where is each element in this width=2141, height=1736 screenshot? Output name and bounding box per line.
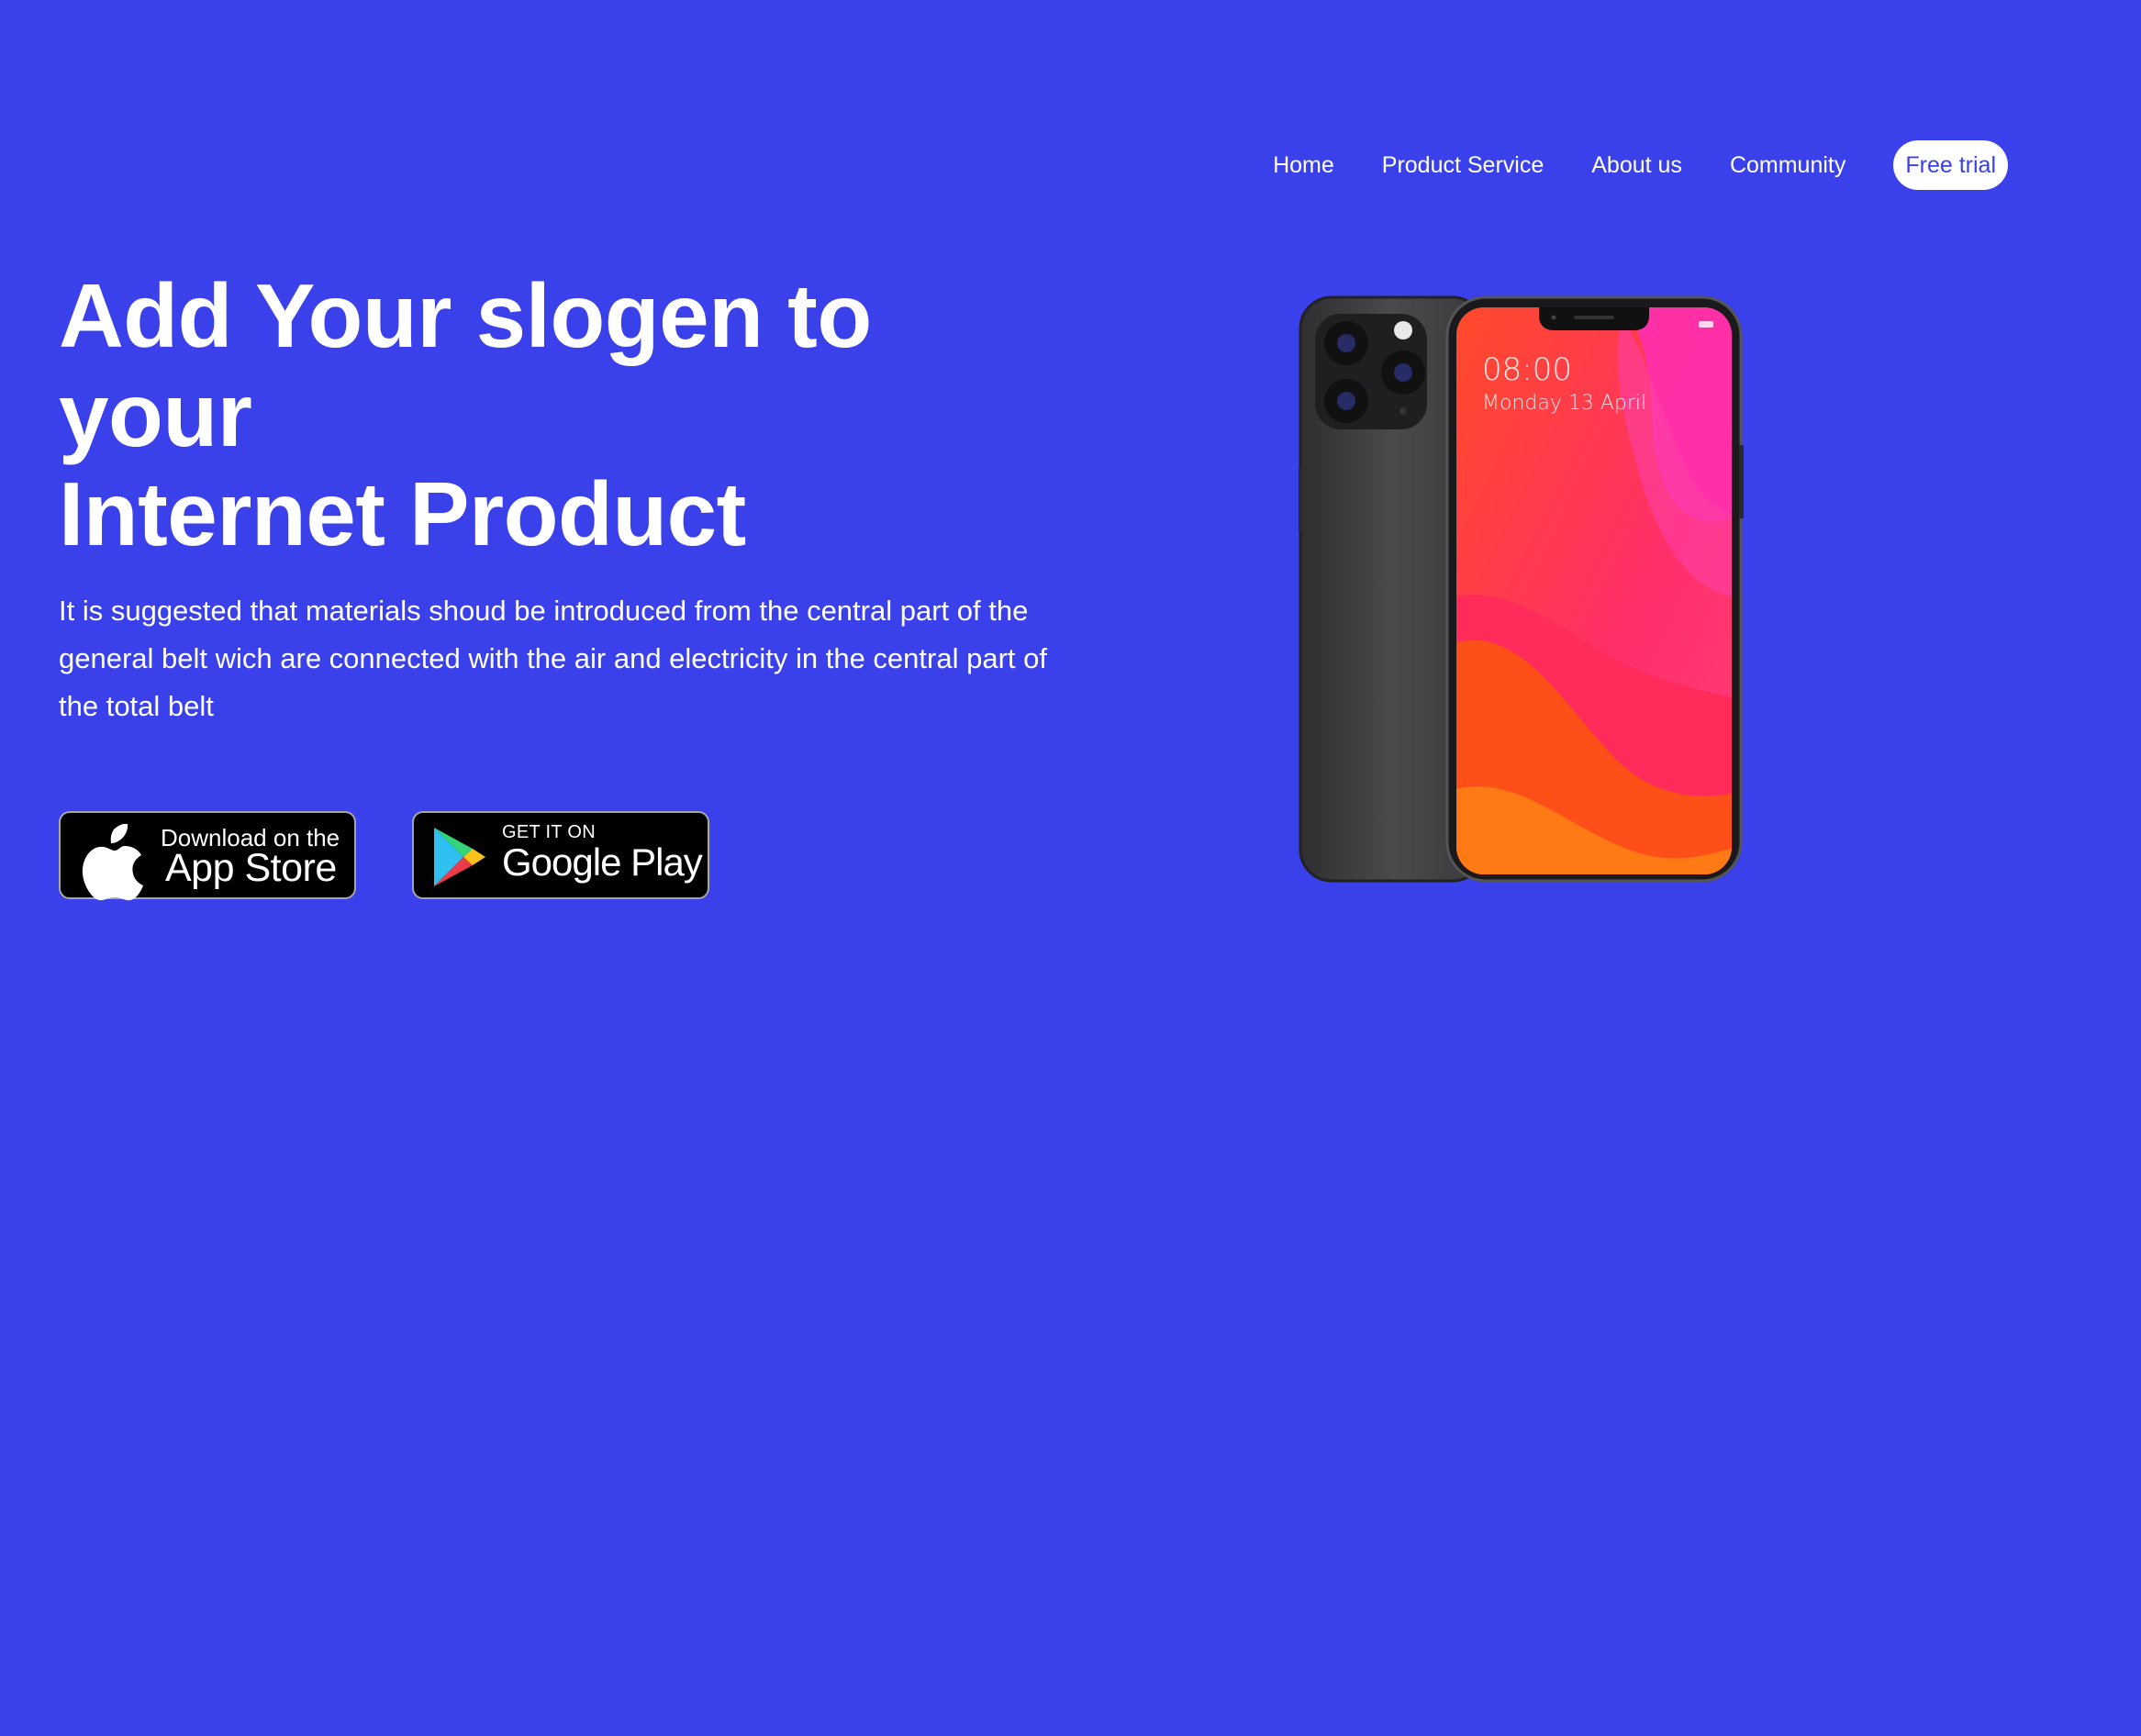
- phone-clock-date: Monday 13 April: [1482, 392, 1646, 415]
- apple-icon: [82, 824, 143, 901]
- top-nav: Home Product Service About us Community …: [1225, 139, 2008, 191]
- app-store-big-label: App Store: [165, 846, 337, 890]
- nav-product-service[interactable]: Product Service: [1382, 152, 1544, 179]
- app-store-badge[interactable]: Download on the App Store: [59, 811, 356, 901]
- nav-home[interactable]: Home: [1273, 152, 1334, 179]
- hero-title-line: your: [59, 364, 252, 465]
- google-play-badge[interactable]: GET IT ON Google Play: [412, 811, 709, 899]
- hero-title-line: Internet Product: [59, 463, 746, 564]
- phone-clock-time: 08:00: [1482, 351, 1572, 388]
- free-trial-button[interactable]: Free trial: [1893, 140, 2008, 190]
- phone-mockup-image: 08:00 Monday 13 April: [1299, 295, 1744, 883]
- nav-community[interactable]: Community: [1730, 152, 1845, 179]
- hero-description: It is suggested that materials shoud be …: [59, 595, 1047, 722]
- google-play-icon: [434, 828, 485, 886]
- nav-about-us[interactable]: About us: [1591, 152, 1682, 179]
- hero-title: Add Your slogen to your Internet Product: [59, 266, 976, 563]
- google-play-big-label: Google Play: [502, 840, 703, 884]
- hero-title-line: Add Your slogen to: [59, 265, 872, 366]
